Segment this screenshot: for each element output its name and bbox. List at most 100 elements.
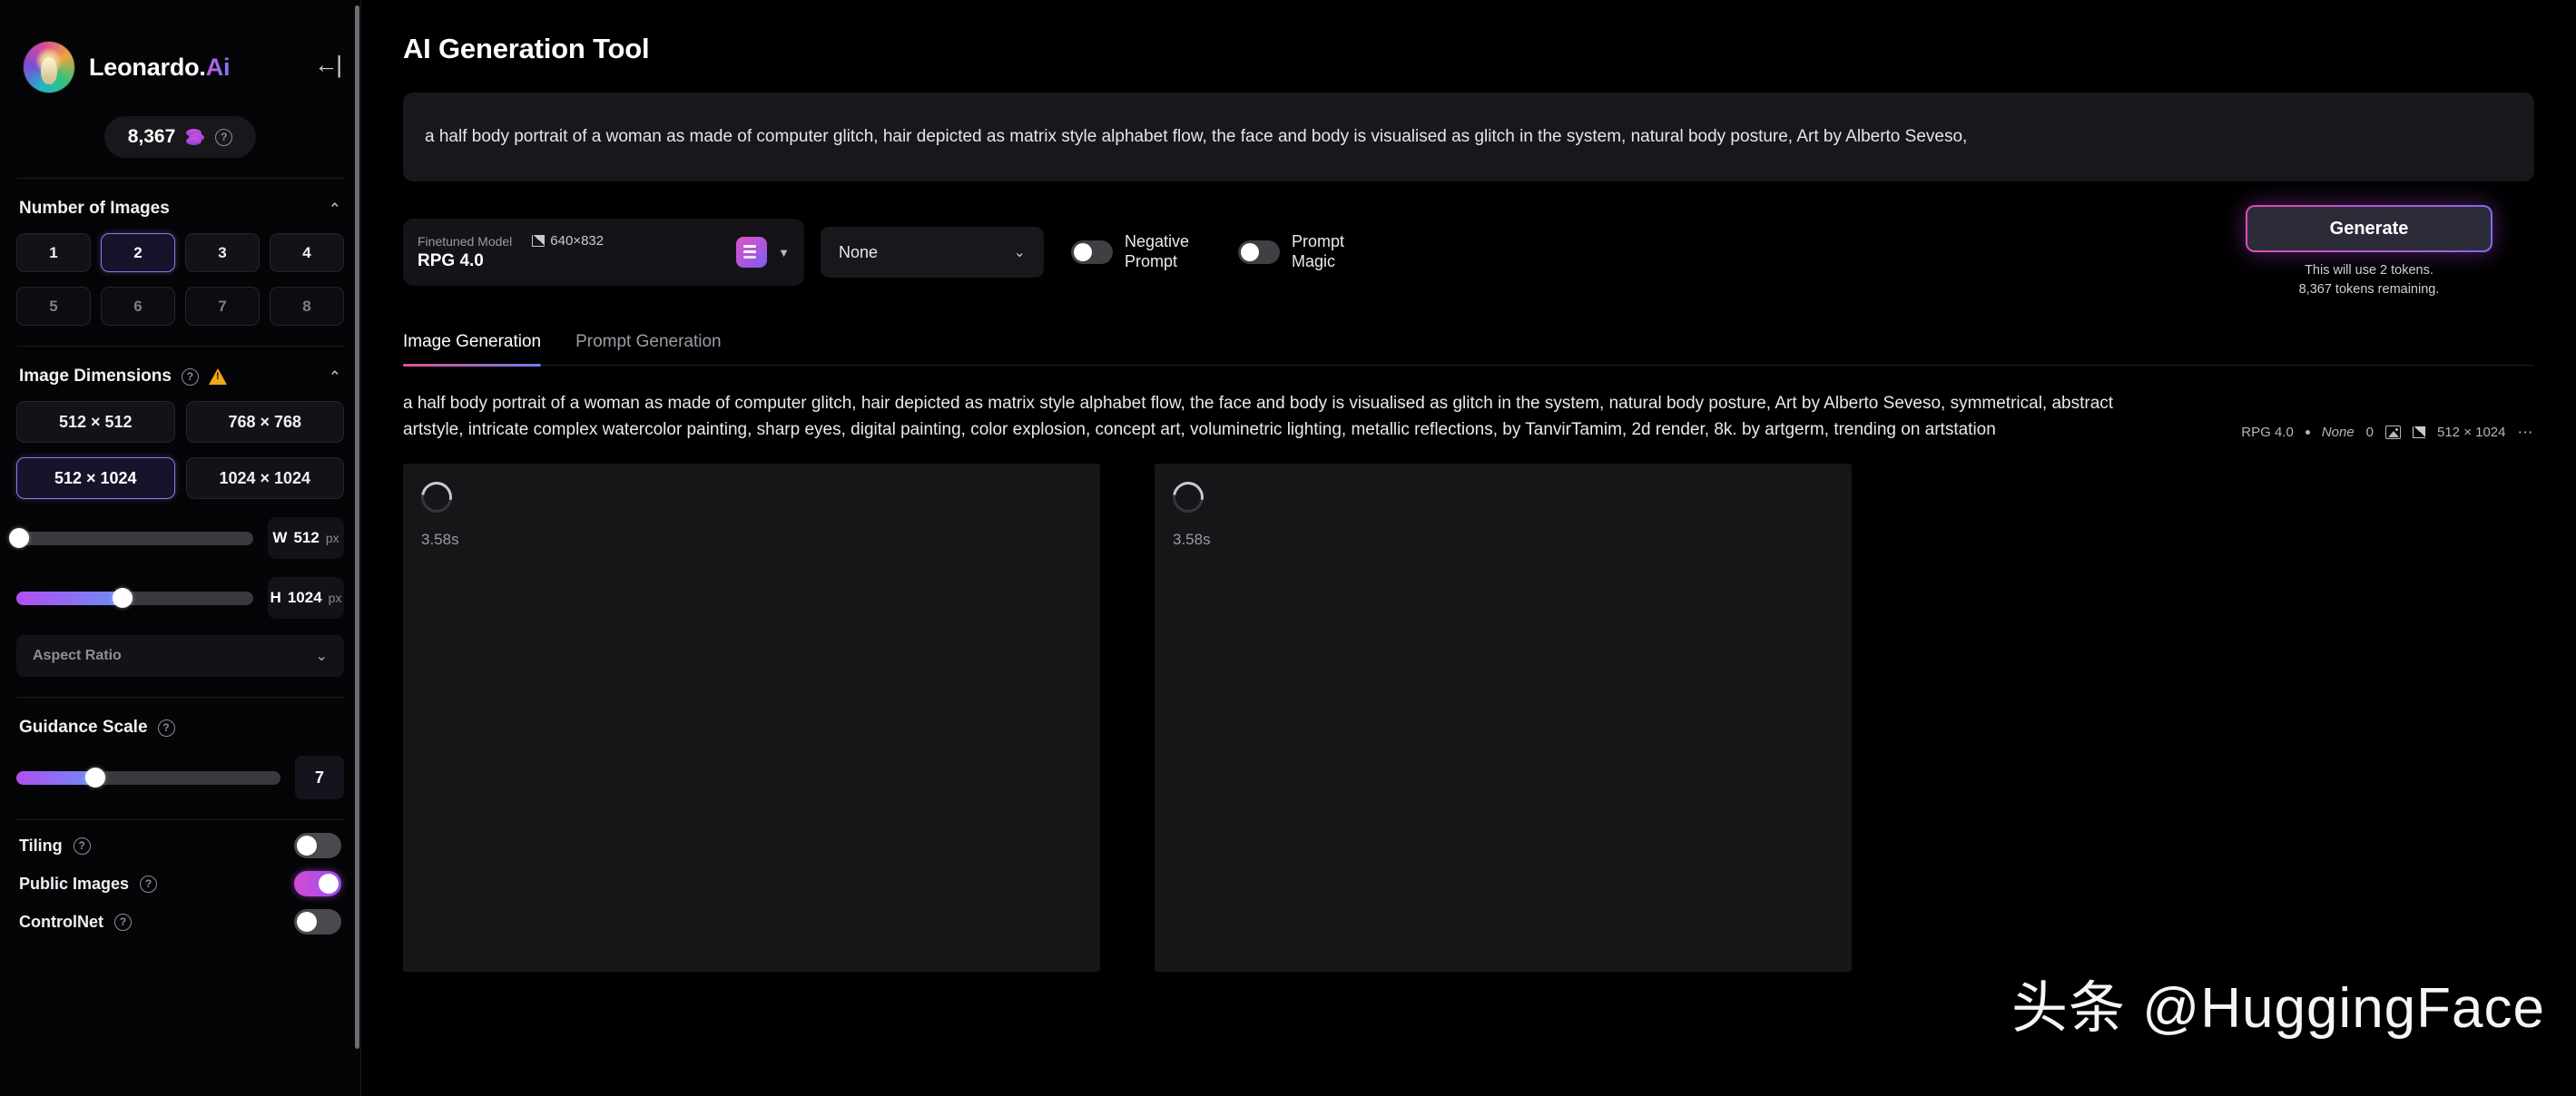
chevron-up-icon[interactable]: ⌃: [329, 201, 341, 217]
result-placeholder-1[interactable]: 3.58s: [403, 463, 1100, 972]
prompt-magic-label-line2: Magic: [1292, 252, 1336, 271]
image-count-option-3[interactable]: 3: [185, 233, 260, 272]
guidance-scale-slider[interactable]: [16, 768, 280, 788]
guidance-scale-value[interactable]: 7: [295, 756, 344, 799]
image-count-option-5[interactable]: 5: [16, 287, 91, 326]
result-placeholder-2[interactable]: 3.58s: [1155, 463, 1852, 972]
token-balance-pill[interactable]: 8,367 ?: [103, 116, 257, 158]
image-count-option-6[interactable]: 6: [101, 287, 175, 326]
result-prompt-text: a half body portrait of a woman as made …: [403, 394, 2114, 439]
image-count-option-7[interactable]: 7: [185, 287, 260, 326]
guidance-scale-header: Guidance Scale ?: [16, 698, 344, 738]
loading-spinner-icon: [1166, 475, 1210, 519]
question-icon[interactable]: ?: [215, 128, 233, 146]
question-icon[interactable]: ?: [73, 837, 91, 855]
section-guidance-scale: Guidance Scale ? 7: [0, 698, 360, 799]
result-meta-model: RPG 4.0: [2241, 425, 2294, 441]
number-of-images-header[interactable]: Number of Images ⌃: [16, 179, 344, 219]
generate-note: This will use 2 tokens. 8,367 tokens rem…: [2299, 261, 2440, 299]
guidance-scale-thumb[interactable]: [85, 768, 106, 788]
aspect-ratio-select[interactable]: Aspect Ratio ⌄: [16, 635, 344, 677]
brand-dot: .: [199, 53, 206, 81]
public-images-label: Public Images: [19, 874, 130, 893]
chevron-down-icon[interactable]: ⌄: [316, 647, 328, 665]
negative-prompt-group: Negative Prompt: [1071, 232, 1211, 272]
sidebar: Leonardo.Ai ←| 8,367 ? Number of Images …: [0, 0, 361, 1096]
negative-prompt-label: Negative Prompt: [1125, 232, 1211, 272]
result-timer-2: 3.58s: [1173, 530, 1211, 548]
image-count-option-4[interactable]: 4: [270, 233, 344, 272]
prompt-magic-label: Prompt Magic: [1292, 232, 1378, 272]
preset-select-value: None: [839, 242, 879, 261]
tab-bar: Image Generation Prompt Generation: [403, 332, 2534, 367]
dimension-preset-512x512[interactable]: 512 × 512: [16, 401, 175, 443]
tiling-toggle[interactable]: [294, 833, 341, 858]
result-header: a half body portrait of a woman as made …: [403, 391, 2534, 444]
width-slider-thumb[interactable]: [8, 528, 29, 548]
dimension-preset-1024x1024[interactable]: 1024 × 1024: [185, 457, 344, 499]
width-control: W 512 px: [8, 517, 344, 559]
brand-row: Leonardo.Ai ←|: [0, 0, 360, 93]
prompt-magic-label-line1: Prompt: [1292, 232, 1345, 251]
preset-select[interactable]: None ⌄: [821, 227, 1044, 279]
question-icon[interactable]: ?: [157, 719, 175, 737]
model-thumbnail-icon: [736, 237, 768, 269]
model-dimensions-badge: 640×832: [532, 233, 604, 249]
result-meta-dimensions: 512 × 1024: [2437, 425, 2506, 441]
image-count-option-1[interactable]: 1: [16, 233, 91, 272]
dimension-preset-512x1024[interactable]: 512 × 1024: [16, 457, 175, 499]
loading-spinner-icon: [415, 475, 458, 519]
coin-stack-icon: [186, 129, 205, 145]
height-value: 1024: [287, 589, 322, 606]
result-meta-row: RPG 4.0 None 0 512 × 1024 ⋯: [2241, 424, 2534, 444]
public-images-toggle[interactable]: [294, 871, 341, 896]
section-feature-toggles: Tiling ? Public Images ? ControlNet ?: [0, 820, 360, 935]
model-texts: Finetuned Model 640×832 RPG 4.0: [418, 233, 604, 271]
page-title: AI Generation Tool: [403, 33, 650, 64]
result-meta-image-count: 0: [2365, 425, 2374, 441]
number-of-images-row-2: 5 6 7 8: [16, 287, 344, 326]
image-count-option-8[interactable]: 8: [270, 287, 344, 326]
watermark: 头条 @HuggingFace: [2011, 977, 2545, 1040]
controlnet-toggle[interactable]: [294, 909, 341, 935]
width-field[interactable]: W 512 px: [268, 517, 344, 559]
dimension-preset-768x768[interactable]: 768 × 768: [185, 401, 344, 443]
tab-image-generation[interactable]: Image Generation: [403, 332, 542, 367]
number-of-images-row-1: 1 2 3 4: [16, 233, 344, 272]
warning-triangle-icon: [208, 368, 227, 385]
generate-note-line1: This will use 2 tokens.: [2305, 263, 2433, 278]
image-icon: [2385, 426, 2401, 440]
question-icon[interactable]: ?: [114, 913, 132, 931]
triangle-ruler-icon: [532, 235, 546, 248]
width-slider[interactable]: [8, 528, 253, 548]
question-icon[interactable]: ?: [181, 367, 199, 386]
height-slider-thumb[interactable]: [113, 588, 133, 608]
negative-prompt-label-line1: Negative: [1125, 232, 1190, 251]
tiling-label: Tiling: [19, 836, 63, 855]
prompt-magic-group: Prompt Magic: [1238, 232, 1378, 272]
chevron-down-icon[interactable]: ⌄: [1014, 243, 1026, 261]
caret-down-icon[interactable]: ▼: [778, 246, 790, 259]
height-field[interactable]: H 1024 px: [268, 577, 344, 619]
collapse-sidebar-icon[interactable]: ←|: [314, 53, 342, 76]
image-count-option-2[interactable]: 2: [101, 233, 175, 272]
dimension-presets-row-2: 512 × 1024 1024 × 1024: [16, 457, 344, 499]
width-unit: px: [325, 531, 339, 545]
negative-prompt-toggle[interactable]: [1071, 240, 1113, 265]
prompt-input[interactable]: a half body portrait of a woman as made …: [403, 93, 2534, 181]
prompt-magic-toggle[interactable]: [1238, 240, 1280, 265]
more-options-icon[interactable]: ⋯: [2518, 424, 2535, 442]
finetuned-model-selector[interactable]: Finetuned Model 640×832 RPG 4.0 ▼: [403, 219, 804, 287]
height-slider[interactable]: [16, 588, 253, 608]
height-control: H 1024 px: [16, 577, 344, 619]
chevron-up-icon[interactable]: ⌃: [329, 369, 341, 385]
prompt-input-value: a half body portrait of a woman as made …: [425, 127, 1968, 146]
generate-area: Generate This will use 2 tokens. 8,367 t…: [2246, 205, 2492, 299]
image-dimensions-header[interactable]: Image Dimensions ? ⌃: [16, 347, 344, 387]
generate-button[interactable]: Generate: [2246, 205, 2492, 252]
sidebar-scrollbar[interactable]: [355, 5, 359, 1049]
negative-prompt-label-line2: Prompt: [1125, 252, 1178, 271]
tab-prompt-generation[interactable]: Prompt Generation: [575, 332, 722, 365]
question-icon[interactable]: ?: [140, 875, 158, 893]
controls-row: Finetuned Model 640×832 RPG 4.0 ▼ None ⌄…: [403, 205, 2534, 299]
